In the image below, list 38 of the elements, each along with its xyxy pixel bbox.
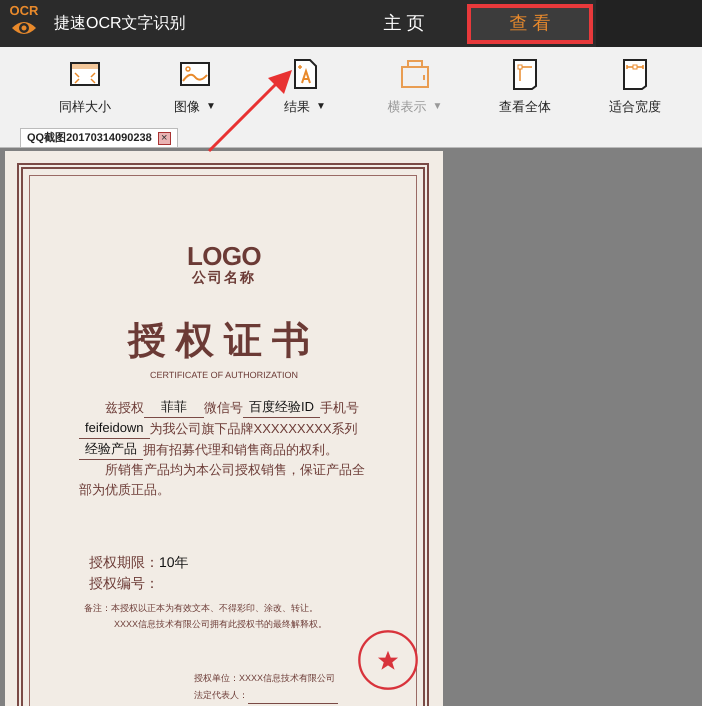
filled-value: 百度经验ID: [243, 396, 320, 418]
seal-stamp: [357, 629, 419, 691]
rotated-frame-icon: [398, 57, 432, 91]
close-button[interactable]: ×: [158, 132, 171, 144]
document-tab[interactable]: QQ截图20170314090238 ×: [20, 128, 178, 147]
nav-tab[interactable]: 查 看: [467, 4, 593, 44]
filled-value: 菲菲: [144, 396, 204, 418]
toolbar-button[interactable]: 查看全体: [470, 47, 580, 127]
certificate-text: 为我公司旗下品牌XXXXXXXXX系列: [150, 420, 358, 438]
nav-tab[interactable]: 主 页: [344, 0, 464, 47]
number-label: 授权编号：: [89, 574, 159, 590]
term-label: 授权期限：: [89, 552, 159, 572]
filled-value: feifeidown: [79, 418, 150, 438]
dropdown-caret: ▼: [206, 100, 216, 114]
certificate-text: 兹授权: [105, 398, 144, 416]
term-value: 10年: [159, 552, 189, 572]
dropdown-caret: ▼: [432, 100, 442, 114]
note-text: 备注：本授权以正本为有效文本、不得彩印、涂改、转让。: [84, 602, 319, 614]
certificate-title: 授权证书: [128, 319, 320, 363]
app-title: 捷速OCR文字识别: [54, 14, 187, 34]
toolbar-button[interactable]: 同样大小: [30, 47, 140, 127]
certificate-text: 拥有招募代理和销售商品的权利。: [143, 440, 338, 458]
issuer-text: 授权单位：XXXX信息技术有限公司: [194, 672, 336, 684]
representative-label: 法定代表人：: [194, 688, 248, 702]
logo-text: LOGO: [187, 243, 261, 269]
toolbar-button[interactable]: 结果 ▼: [250, 47, 360, 127]
note-text: XXXX信息技术有限公司拥有此授权书的最终解释权。: [113, 618, 328, 630]
company-name: 公司名称: [192, 269, 256, 285]
dropdown-caret: ▼: [316, 100, 326, 114]
certificate-text: 手机号: [320, 398, 359, 416]
toolbar-button[interactable]: 适合宽度: [580, 47, 690, 127]
logo-text: OCR: [10, 4, 38, 18]
certificate-text: 微信号: [204, 398, 243, 416]
filled-value: 经验产品: [79, 438, 143, 460]
certificate-text: 部为优质正品。: [79, 480, 170, 498]
toolbar-button[interactable]: 图像 ▼: [140, 47, 250, 127]
certificate-subtitle: CERTIFICATE OF AUTHORIZATION: [150, 369, 298, 382]
certificate-text: 所销售产品均为本公司授权销售，保证产品全: [105, 460, 365, 478]
